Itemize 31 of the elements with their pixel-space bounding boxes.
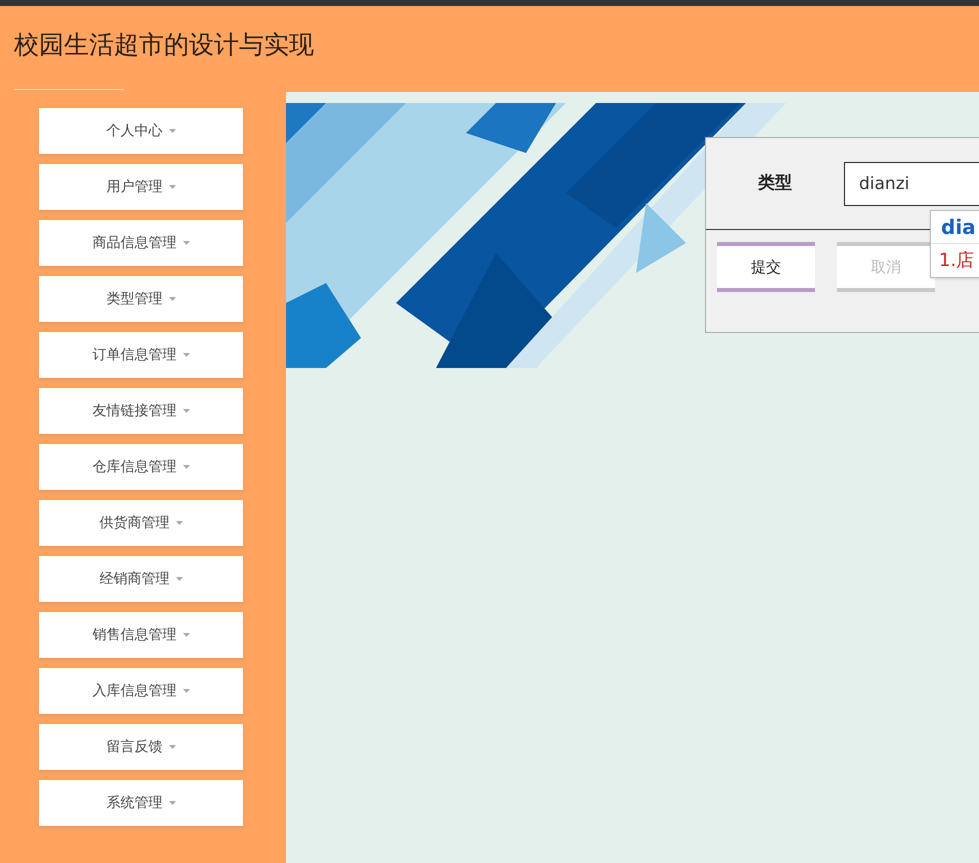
sidebar-menu-item[interactable]: 入库信息管理	[39, 668, 243, 714]
sidebar-menu-item[interactable]: 个人中心	[39, 108, 243, 154]
caret-icon	[176, 521, 182, 525]
sidebar-menu-item[interactable]: 商品信息管理	[39, 220, 243, 266]
sidebar-menu-item[interactable]: 留言反馈	[39, 724, 243, 770]
caret-icon	[182, 633, 190, 637]
form-button[interactable]: 提交	[717, 242, 815, 292]
sidebar-menu-item[interactable]: 供货商管理	[39, 500, 243, 546]
caret-icon	[168, 185, 176, 189]
caret-icon	[182, 465, 190, 469]
caret-icon	[182, 689, 190, 693]
caret-icon	[168, 801, 176, 805]
sidebar-menu-item[interactable]: 经销商管理	[39, 556, 243, 602]
caret-icon	[182, 241, 190, 245]
caret-icon	[182, 409, 190, 413]
sidebar-menu-item[interactable]: 用户管理	[39, 164, 243, 210]
caret-icon	[168, 745, 176, 749]
caret-icon	[176, 577, 182, 581]
type-input-field[interactable]: dianzi	[844, 162, 979, 206]
sidebar-menu-item[interactable]: 类型管理	[39, 276, 243, 322]
sidebar-menu-item[interactable]: 销售信息管理	[39, 612, 243, 658]
sidebar-menu-item[interactable]: 友情链接管理	[39, 388, 243, 434]
caret-icon	[182, 353, 190, 357]
ime-composition: dia	[931, 211, 979, 244]
app-title: 校园生活超市的设计与实现	[14, 29, 314, 61]
sidebar-menu-item[interactable]: 系统管理	[39, 780, 243, 826]
sidebar-menu-item[interactable]: 订单信息管理	[39, 332, 243, 378]
sidebar-menu-item[interactable]: 仓库信息管理	[39, 444, 243, 490]
field-label: 类型	[756, 172, 793, 195]
caret-icon	[168, 129, 176, 133]
caret-icon	[168, 297, 176, 301]
